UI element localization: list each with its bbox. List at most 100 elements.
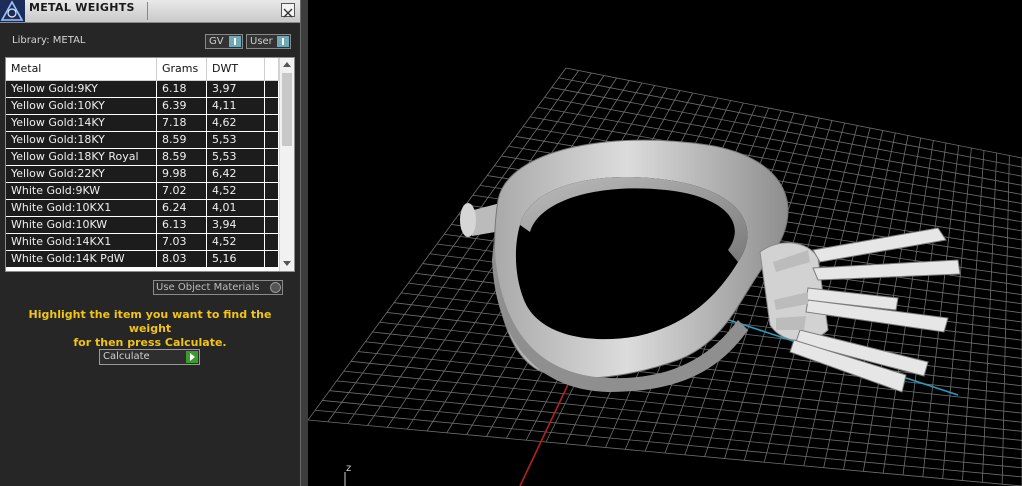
spacer-cell (265, 200, 279, 216)
table-body: Yellow Gold:9KY 6.18 3,97 Yellow Gold:10KY 6… (6, 81, 279, 268)
metal-cell: White Gold:14K PdW (6, 251, 157, 267)
radio-icon (270, 282, 281, 293)
table-row[interactable]: Yellow Gold:9KY 6.18 3,97 (6, 81, 279, 98)
metal-table: Metal Grams DWT Yellow Gold:9KY 6.18 3,97 Y… (5, 57, 295, 272)
grams-cell: 8.03 (157, 251, 207, 267)
grams-cell: 8.59 (157, 132, 207, 148)
dwt-cell: 6,42 (207, 166, 265, 182)
table-row[interactable]: Yellow Gold:14KY 7.18 4,62 (6, 115, 279, 132)
spacer-cell (265, 166, 279, 182)
grid-line (322, 400, 1022, 469)
close-button[interactable] (281, 3, 295, 18)
dwt-cell: 5,53 (207, 132, 265, 148)
title-separator (147, 2, 148, 20)
grams-cell: 6.18 (157, 81, 207, 97)
grid-line (962, 150, 985, 481)
gv-toggle-button[interactable]: GV (205, 34, 243, 49)
grams-cell: 7.03 (157, 234, 207, 250)
grams-cell: 6.39 (157, 98, 207, 114)
gv-label: GV (209, 36, 224, 47)
metal-cell: Yellow Gold:18KY (6, 132, 157, 148)
spacer-cell (265, 132, 279, 148)
column-header-metal[interactable]: Metal (6, 58, 157, 80)
table-row[interactable]: Yellow Gold:22KY 9.98 6,42 (6, 166, 279, 183)
column-header-spacer (265, 58, 279, 80)
user-label: User (250, 36, 273, 47)
grid-line (329, 390, 1022, 460)
panel-titlebar: METAL WEIGHTS (0, 0, 300, 23)
spacer-cell (265, 81, 279, 97)
scroll-thumb[interactable] (282, 73, 292, 146)
grams-cell: 6.13 (157, 217, 207, 233)
gv-toggle-icon (229, 36, 241, 47)
grid-line (308, 419, 1022, 486)
close-icon (283, 8, 293, 18)
metal-cell: Yellow Gold:22KY (6, 166, 157, 182)
dwt-cell: 5,53 (207, 149, 265, 165)
scroll-up-icon[interactable] (283, 62, 291, 67)
metal-cell: White Gold:14KX1 (6, 234, 157, 250)
library-label: Library: METAL (12, 35, 86, 46)
user-toggle-icon (277, 36, 289, 47)
spacer-cell (265, 98, 279, 114)
table-row[interactable]: White Gold:10KW 6.13 3,94 (6, 217, 279, 234)
dwt-cell: 4,11 (207, 98, 265, 114)
ring-model (460, 139, 961, 393)
grid-line (336, 380, 1022, 450)
spacer-cell (265, 217, 279, 233)
z-axis-label: z (346, 463, 352, 474)
3d-viewport[interactable]: z (308, 0, 1022, 486)
grid-line (902, 142, 947, 476)
grams-cell: 7.02 (157, 183, 207, 199)
grid-line (981, 152, 998, 483)
table-row[interactable]: Yellow Gold:18KY 8.59 5,53 (6, 132, 279, 149)
dwt-cell: 4,52 (207, 234, 265, 250)
instruction-line-1: Highlight the item you want to find the … (28, 308, 272, 335)
table-row[interactable]: White Gold:14K PdW 8.03 5,16 (6, 251, 279, 268)
dwt-cell: 4,52 (207, 183, 265, 199)
use-object-materials-option[interactable]: Use Object Materials (153, 280, 283, 295)
instruction-line-2: for then press Calculate. (73, 336, 227, 349)
table-row[interactable]: White Gold:10KX1 6.24 4,01 (6, 200, 279, 217)
user-toggle-button[interactable]: User (246, 34, 291, 49)
calculate-label: Calculate (103, 351, 150, 362)
spacer-cell (265, 234, 279, 250)
dwt-cell: 3,97 (207, 81, 265, 97)
grams-cell: 8.59 (157, 149, 207, 165)
table-scrollbar[interactable] (279, 58, 294, 271)
grid-line (343, 370, 1022, 441)
metal-cell: White Gold:10KW (6, 217, 157, 233)
spacer-cell (265, 149, 279, 165)
metal-cell: Yellow Gold:14KY (6, 115, 157, 131)
table-header: Metal Grams DWT (6, 58, 279, 81)
dwt-cell: 3,94 (207, 217, 265, 233)
grams-cell: 9.98 (157, 166, 207, 182)
use-object-materials-label: Use Object Materials (156, 282, 260, 293)
dwt-cell: 5,16 (207, 251, 265, 267)
table-row[interactable]: Yellow Gold:10KY 6.39 4,11 (6, 98, 279, 115)
dwt-cell: 4,62 (207, 115, 265, 131)
table-row[interactable]: White Gold:9KW 7.02 4,52 (6, 183, 279, 200)
metal-cell: Yellow Gold:9KY (6, 81, 157, 97)
grid-line (942, 147, 972, 479)
table-row[interactable]: Yellow Gold:18KY Royal 8.59 5,53 (6, 149, 279, 166)
column-header-grams[interactable]: Grams (157, 58, 207, 80)
metal-cell: Yellow Gold:10KY (6, 98, 157, 114)
metal-cell: White Gold:10KX1 (6, 200, 157, 216)
spacer-cell (265, 183, 279, 199)
spacer-cell (265, 115, 279, 131)
scroll-down-icon[interactable] (283, 261, 291, 266)
metal-weights-panel: METAL WEIGHTS Library: METAL GV User Met… (0, 0, 300, 486)
metal-cell: Yellow Gold:18KY Royal (6, 149, 157, 165)
table-row[interactable]: White Gold:14KX1 7.03 4,52 (6, 234, 279, 251)
metal-cell: White Gold:9KW (6, 183, 157, 199)
grams-cell: 6.24 (157, 200, 207, 216)
viewport-canvas (308, 67, 1022, 486)
instruction-text: Highlight the item you want to find the … (10, 308, 290, 350)
spacer-cell (265, 251, 279, 267)
column-header-dwt[interactable]: DWT (207, 58, 265, 80)
grid-line (922, 145, 960, 477)
panel-splitter[interactable] (300, 0, 308, 486)
grams-cell: 7.18 (157, 115, 207, 131)
calculate-button[interactable]: Calculate (99, 349, 200, 365)
